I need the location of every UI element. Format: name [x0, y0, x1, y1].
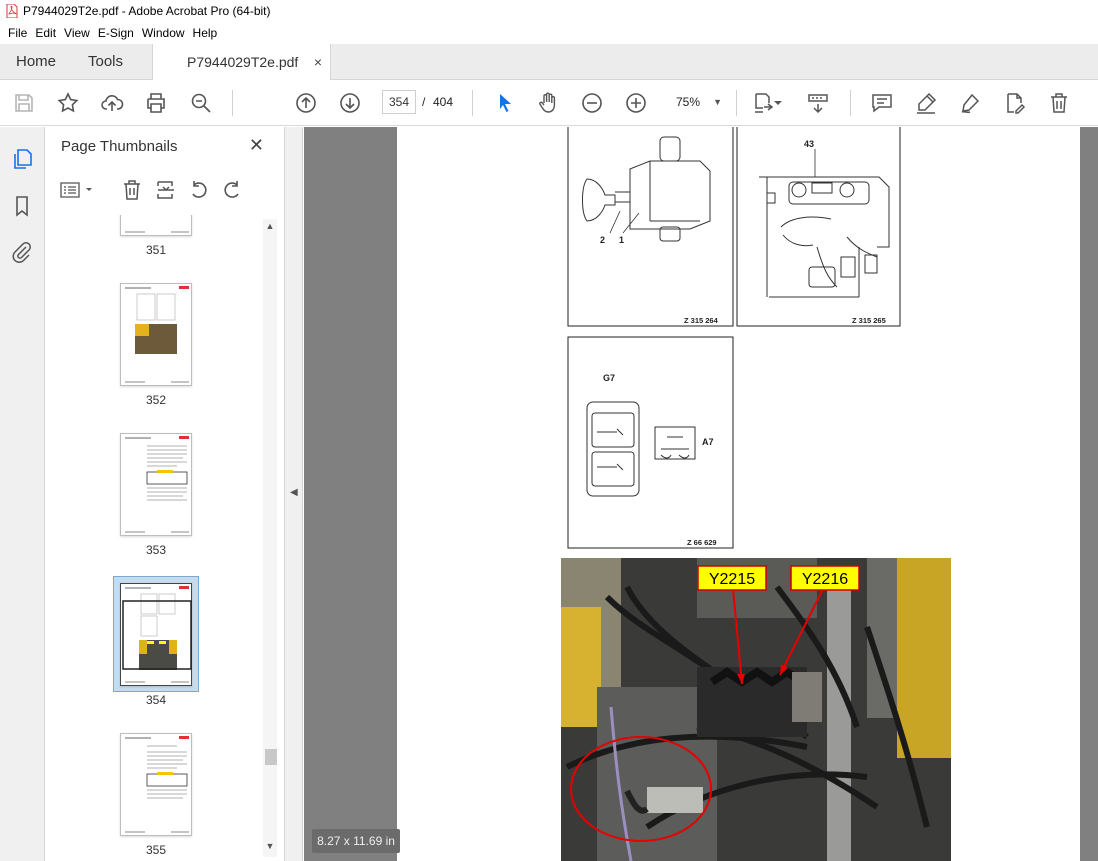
figure-code: Z 315 265	[852, 316, 886, 325]
toolbar-divider	[850, 90, 851, 116]
menu-window[interactable]: Window	[138, 26, 189, 40]
page-size-indicator: 8.27 x 11.69 in	[312, 829, 400, 853]
page-number-input[interactable]: 354	[382, 90, 416, 114]
tab-tools[interactable]: Tools	[88, 44, 123, 80]
options-menu-icon[interactable]	[59, 179, 95, 203]
tab-bar: Home Tools P7944029T2e.pdf ×	[0, 44, 1098, 81]
figure-switch-drawing: G7 A7 Z 66 629	[567, 336, 734, 549]
zoom-out-icon[interactable]	[580, 91, 604, 115]
callout-label: Y2216	[802, 571, 848, 588]
attachments-icon[interactable]	[11, 241, 33, 263]
window-title: P7944029T2e.pdf - Adobe Acrobat Pro (64-…	[23, 4, 271, 18]
collapse-panel-icon[interactable]: ◀	[290, 487, 298, 498]
thumbnail-page[interactable]	[120, 433, 192, 536]
zoom-in-icon[interactable]	[624, 91, 648, 115]
thumbnail-page[interactable]	[120, 283, 192, 386]
zoom-dropdown[interactable]: 75% ▼	[666, 90, 726, 114]
rotate-left-icon[interactable]	[188, 179, 212, 203]
thumbnail-preview	[125, 436, 189, 533]
label: 43	[804, 139, 814, 149]
scrollbar-thumb[interactable]	[265, 749, 277, 765]
trash-icon[interactable]	[1047, 91, 1071, 115]
highlight-pen-icon[interactable]	[914, 91, 938, 115]
close-icon[interactable]: ✕	[249, 135, 264, 156]
total-pages: 404	[433, 95, 454, 109]
toolbar-divider	[736, 90, 737, 116]
figure-dashboard-drawing: 43 Z 315 265	[736, 127, 901, 327]
panel-splitter[interactable]: ◀	[285, 127, 303, 861]
page-separator: /	[422, 95, 426, 109]
delete-page-icon[interactable]	[121, 179, 145, 203]
figure-code: Z 315 264	[684, 316, 719, 325]
chevron-down-icon: ▼	[713, 97, 722, 107]
page-content: 2 1 Z 315 264 43 Z 315 265 G7 A7 Z 66 62…	[561, 127, 951, 861]
save-icon[interactable]	[12, 91, 36, 115]
tab-close-icon[interactable]: ×	[314, 44, 322, 80]
sign-pen-icon[interactable]	[958, 91, 982, 115]
hand-tool-icon[interactable]	[536, 91, 560, 115]
bookmark-star-icon[interactable]	[56, 91, 80, 115]
previous-page-icon[interactable]	[294, 91, 318, 115]
panel-title: Page Thumbnails	[61, 138, 178, 155]
thumbnail-page[interactable]	[120, 733, 192, 836]
thumbnail-preview	[125, 736, 189, 833]
menu-help[interactable]: Help	[189, 26, 222, 40]
thumbnail-toolbar	[45, 173, 285, 211]
thumbnail-preview	[122, 586, 192, 683]
thumbnails-panel: Page Thumbnails ✕ 351 352 353 354 355 ▲ …	[45, 127, 285, 861]
label: 2	[600, 235, 605, 245]
chevron-down-icon[interactable]	[772, 91, 784, 115]
thumbnail-preview	[125, 231, 189, 233]
figure-code: Z 66 629	[687, 538, 717, 547]
menu-esign[interactable]: E-Sign	[94, 26, 138, 40]
figure-valve-drawing: 2 1 Z 315 264	[567, 127, 734, 327]
menu-view[interactable]: View	[60, 26, 94, 40]
pdf-page: 2 1 Z 315 264 43 Z 315 265 G7 A7 Z 66 62…	[397, 127, 1080, 861]
toolbar-divider	[232, 90, 233, 116]
label: G7	[603, 373, 615, 383]
scroll-up-icon[interactable]: ▲	[263, 221, 277, 235]
edit-pdf-icon[interactable]	[1002, 91, 1026, 115]
acrobat-icon	[6, 4, 18, 18]
document-viewer[interactable]: 2 1 Z 315 264 43 Z 315 265 G7 A7 Z 66 62…	[304, 127, 1098, 861]
thumbnail-page-number: 353	[145, 543, 167, 557]
next-page-icon[interactable]	[338, 91, 362, 115]
tab-document-label: P7944029T2e.pdf	[187, 54, 299, 70]
menu-edit[interactable]: Edit	[31, 26, 60, 40]
toolbar-divider	[472, 90, 473, 116]
extract-page-icon[interactable]	[155, 179, 179, 203]
bookmarks-icon[interactable]	[11, 195, 33, 217]
toolbar: 354 / 404 75% ▼	[0, 80, 1098, 126]
zoom-value: 75%	[676, 95, 701, 109]
title-bar: P7944029T2e.pdf - Adobe Acrobat Pro (64-…	[0, 0, 1098, 22]
zoom-search-icon[interactable]	[189, 91, 213, 115]
page-thumbnails-icon[interactable]	[11, 148, 33, 170]
print-icon[interactable]	[144, 91, 168, 115]
comment-icon[interactable]	[870, 91, 894, 115]
thumbnail-preview	[125, 286, 189, 383]
scroll-down-icon[interactable]: ▼	[263, 841, 277, 855]
menu-file[interactable]: File	[4, 26, 31, 40]
scroll-mode-icon[interactable]	[806, 91, 830, 115]
thumbnail-page-number: 355	[145, 843, 167, 857]
thumbnail-list: 351 352 353 354 355	[45, 215, 263, 861]
label: 1	[619, 235, 624, 245]
select-cursor-icon[interactable]	[493, 91, 517, 115]
thumbnail-page[interactable]	[120, 583, 192, 686]
upload-cloud-icon[interactable]	[100, 91, 124, 115]
thumbnail-page-number: 354	[145, 693, 167, 707]
thumbnail-page-number: 352	[145, 393, 167, 407]
thumbnail-page-number: 351	[145, 243, 167, 257]
menu-bar: File Edit View E-Sign Window Help	[0, 22, 1098, 44]
thumbnail-page[interactable]	[120, 215, 192, 236]
rotate-right-icon[interactable]	[221, 179, 245, 203]
label: A7	[702, 437, 714, 447]
navigation-rail	[0, 127, 45, 861]
tab-home[interactable]: Home	[16, 44, 56, 80]
valve-photo: Y2215 Y2216	[561, 558, 951, 861]
tab-document[interactable]: P7944029T2e.pdf ×	[152, 44, 331, 81]
callout-label: Y2215	[709, 571, 755, 588]
